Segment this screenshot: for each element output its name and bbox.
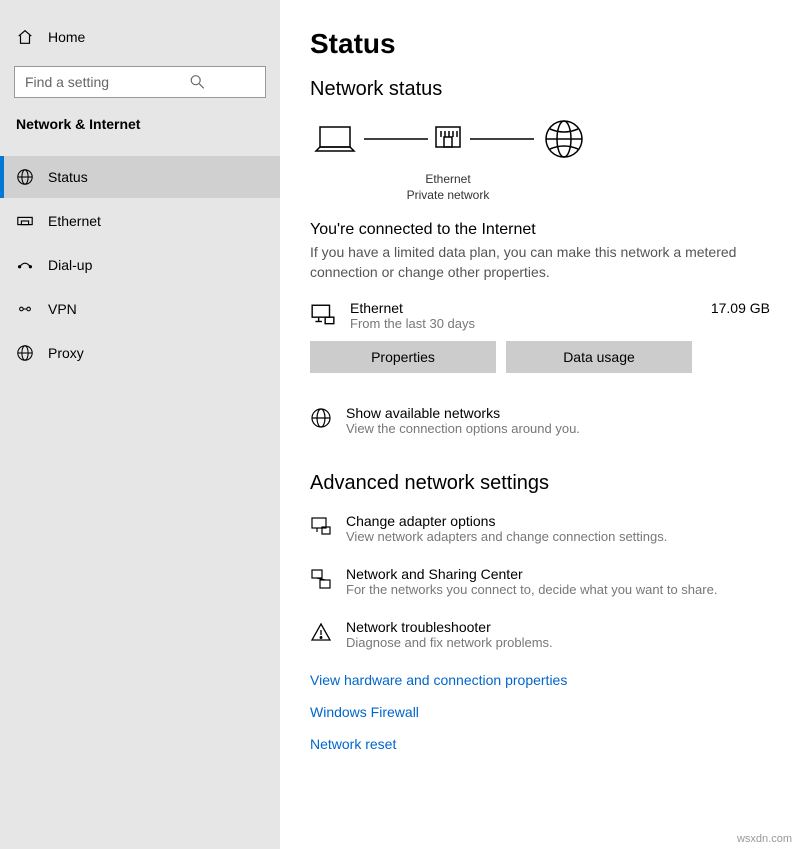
watermark: wsxdn.com [737,833,792,845]
connection-sub: From the last 30 days [350,316,697,331]
troubleshoot-title: Network troubleshooter [346,619,553,635]
sidebar-item-dialup[interactable]: Dial-up [0,244,280,286]
page-title: Status [310,28,770,60]
network-diagram: Ethernet Private network [310,119,770,199]
connection-name: Ethernet [350,300,697,316]
data-usage-button[interactable]: Data usage [506,341,692,373]
hardware-link[interactable]: View hardware and connection properties [310,672,770,688]
reset-link[interactable]: Network reset [310,736,770,752]
ethernet-icon [16,212,34,230]
home-label: Home [48,29,85,45]
sidebar-item-label: Status [48,169,88,185]
warning-icon [310,621,332,643]
sidebar-item-vpn[interactable]: VPN [0,288,280,330]
search-placeholder: Find a setting [25,74,140,90]
connection-data: 17.09 GB [711,300,770,316]
sidebar-item-label: Ethernet [48,213,101,229]
adapter-icon [310,515,332,537]
diagram-label-bottom: Private network [305,188,591,204]
vpn-icon [16,300,34,318]
troubleshoot-action[interactable]: Network troubleshooter Diagnose and fix … [310,619,770,650]
connection-row: Ethernet From the last 30 days 17.09 GB [310,300,770,331]
category-title: Network & Internet [0,112,280,144]
show-networks-action[interactable]: Show available networks View the connect… [310,405,770,436]
firewall-link[interactable]: Windows Firewall [310,704,770,720]
sidebar-item-proxy[interactable]: Proxy [0,332,280,374]
connected-body: If you have a limited data plan, you can… [310,243,770,282]
sidebar-item-label: VPN [48,301,77,317]
sidebar-item-status[interactable]: Status [0,156,280,198]
sidebar: Home Find a setting Network & Internet S… [0,0,280,849]
home-nav[interactable]: Home [0,18,280,56]
network-status-heading: Network status [310,78,770,101]
monitor-icon [310,302,336,328]
properties-button[interactable]: Properties [310,341,496,373]
home-icon [16,28,34,46]
globe-icon [16,168,34,186]
wifi-globe-icon [310,407,332,429]
search-icon [140,73,255,91]
sharing-sub: For the networks you connect to, decide … [346,582,717,597]
dialup-icon [16,256,34,274]
troubleshoot-sub: Diagnose and fix network problems. [346,635,553,650]
advanced-heading: Advanced network settings [310,472,770,495]
search-input[interactable]: Find a setting [14,66,266,98]
sharing-title: Network and Sharing Center [346,566,717,582]
show-networks-sub: View the connection options around you. [346,421,580,436]
sidebar-item-label: Dial-up [48,257,92,273]
main-content: Status Network status [280,0,800,849]
show-networks-title: Show available networks [346,405,580,421]
sidebar-item-ethernet[interactable]: Ethernet [0,200,280,242]
adapters-title: Change adapter options [346,513,667,529]
adapters-sub: View network adapters and change connect… [346,529,667,544]
sidebar-item-label: Proxy [48,345,84,361]
sharing-icon [310,568,332,590]
sharing-action[interactable]: Network and Sharing Center For the netwo… [310,566,770,597]
diagram-label-top: Ethernet [305,172,591,188]
connected-heading: You're connected to the Internet [310,221,770,239]
adapters-action[interactable]: Change adapter options View network adap… [310,513,770,544]
proxy-icon [16,344,34,362]
